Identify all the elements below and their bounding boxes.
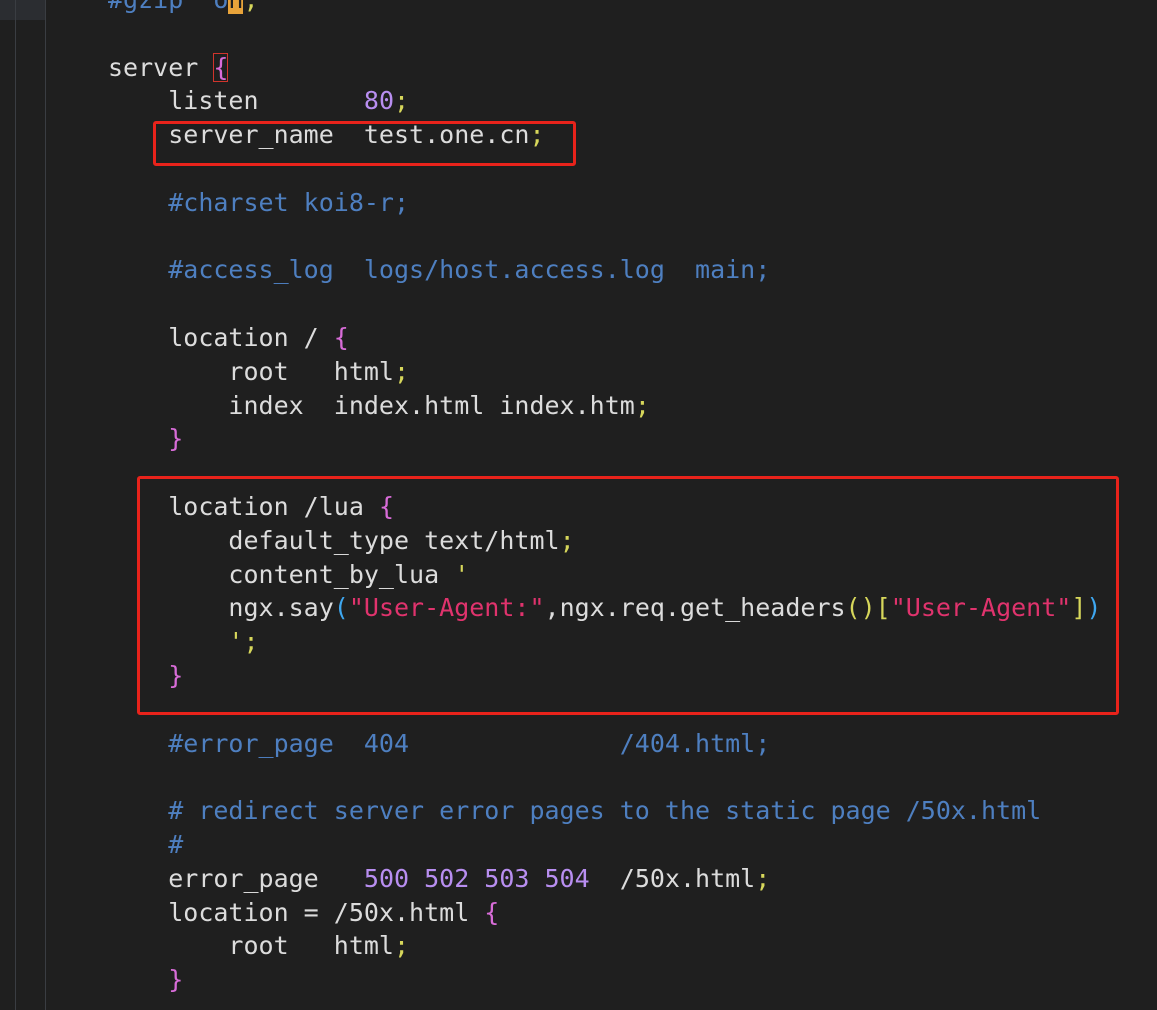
code-token: 80 — [363, 86, 394, 116]
code-line[interactable]: } — [108, 422, 183, 456]
code-line[interactable]: index index.html index.htm; — [108, 389, 650, 423]
code-token: location = /50x.html — [168, 897, 485, 927]
code-token: ; — [394, 931, 410, 961]
code-token: #error_page 404 /404.html; — [168, 728, 771, 758]
code-line[interactable]: listen 80; — [108, 84, 409, 118]
code-token: ; — [394, 356, 410, 386]
code-token: ; — [755, 863, 771, 893]
code-editor[interactable]: #gzip on;server { listen 80; server_name… — [0, 0, 1157, 1010]
code-line[interactable]: location / { — [108, 321, 349, 355]
code-line[interactable]: #charset koi8-r; — [108, 186, 409, 220]
code-token: #access_log logs/host.access.log main; — [168, 255, 771, 285]
code-token: index index.html index.htm — [228, 390, 635, 420]
indent-guide — [45, 0, 46, 1010]
code-line[interactable]: server { — [108, 51, 229, 85]
code-token: error_page — [168, 863, 364, 893]
code-token: root html — [228, 931, 394, 961]
code-token: ; — [394, 86, 410, 116]
code-line[interactable]: #error_page 404 /404.html; — [108, 727, 770, 761]
code-token: { — [484, 897, 500, 927]
code-token: root html — [228, 356, 394, 386]
code-line[interactable]: error_page 500 502 503 504 /50x.html; — [108, 862, 770, 896]
code-token: listen — [168, 86, 364, 116]
code-token: 500 502 503 504 — [363, 863, 590, 893]
code-line[interactable]: # — [108, 828, 183, 862]
code-token: n — [228, 0, 244, 14]
gutter-current-line — [0, 0, 45, 20]
code-token: #gzip o — [108, 0, 228, 14]
indent-guide — [15, 0, 16, 1010]
code-token: #charset koi8-r; — [168, 187, 410, 217]
code-token: } — [168, 965, 184, 995]
code-line[interactable]: root html; — [108, 355, 409, 389]
code-line[interactable]: location = /50x.html { — [108, 896, 499, 930]
annotation-box-server-name — [153, 121, 576, 166]
code-token: server — [108, 52, 214, 82]
code-line[interactable]: #gzip on; — [108, 0, 259, 17]
code-token: /50x.html — [589, 863, 756, 893]
annotation-box-lua-location — [137, 476, 1119, 715]
code-line[interactable]: } — [108, 963, 183, 997]
code-line[interactable]: root html; — [108, 929, 409, 963]
code-line[interactable]: # redirect server error pages to the sta… — [108, 794, 1041, 828]
code-token: { — [213, 52, 229, 82]
code-token: ; — [634, 390, 650, 420]
code-token: } — [168, 424, 184, 454]
code-token: ; — [243, 0, 258, 14]
code-line[interactable]: #access_log logs/host.access.log main; — [108, 253, 770, 287]
code-token: # — [168, 830, 184, 859]
code-token: { — [333, 323, 349, 352]
code-token: # redirect server error pages to the sta… — [168, 796, 1042, 826]
code-token: location / — [168, 323, 334, 352]
